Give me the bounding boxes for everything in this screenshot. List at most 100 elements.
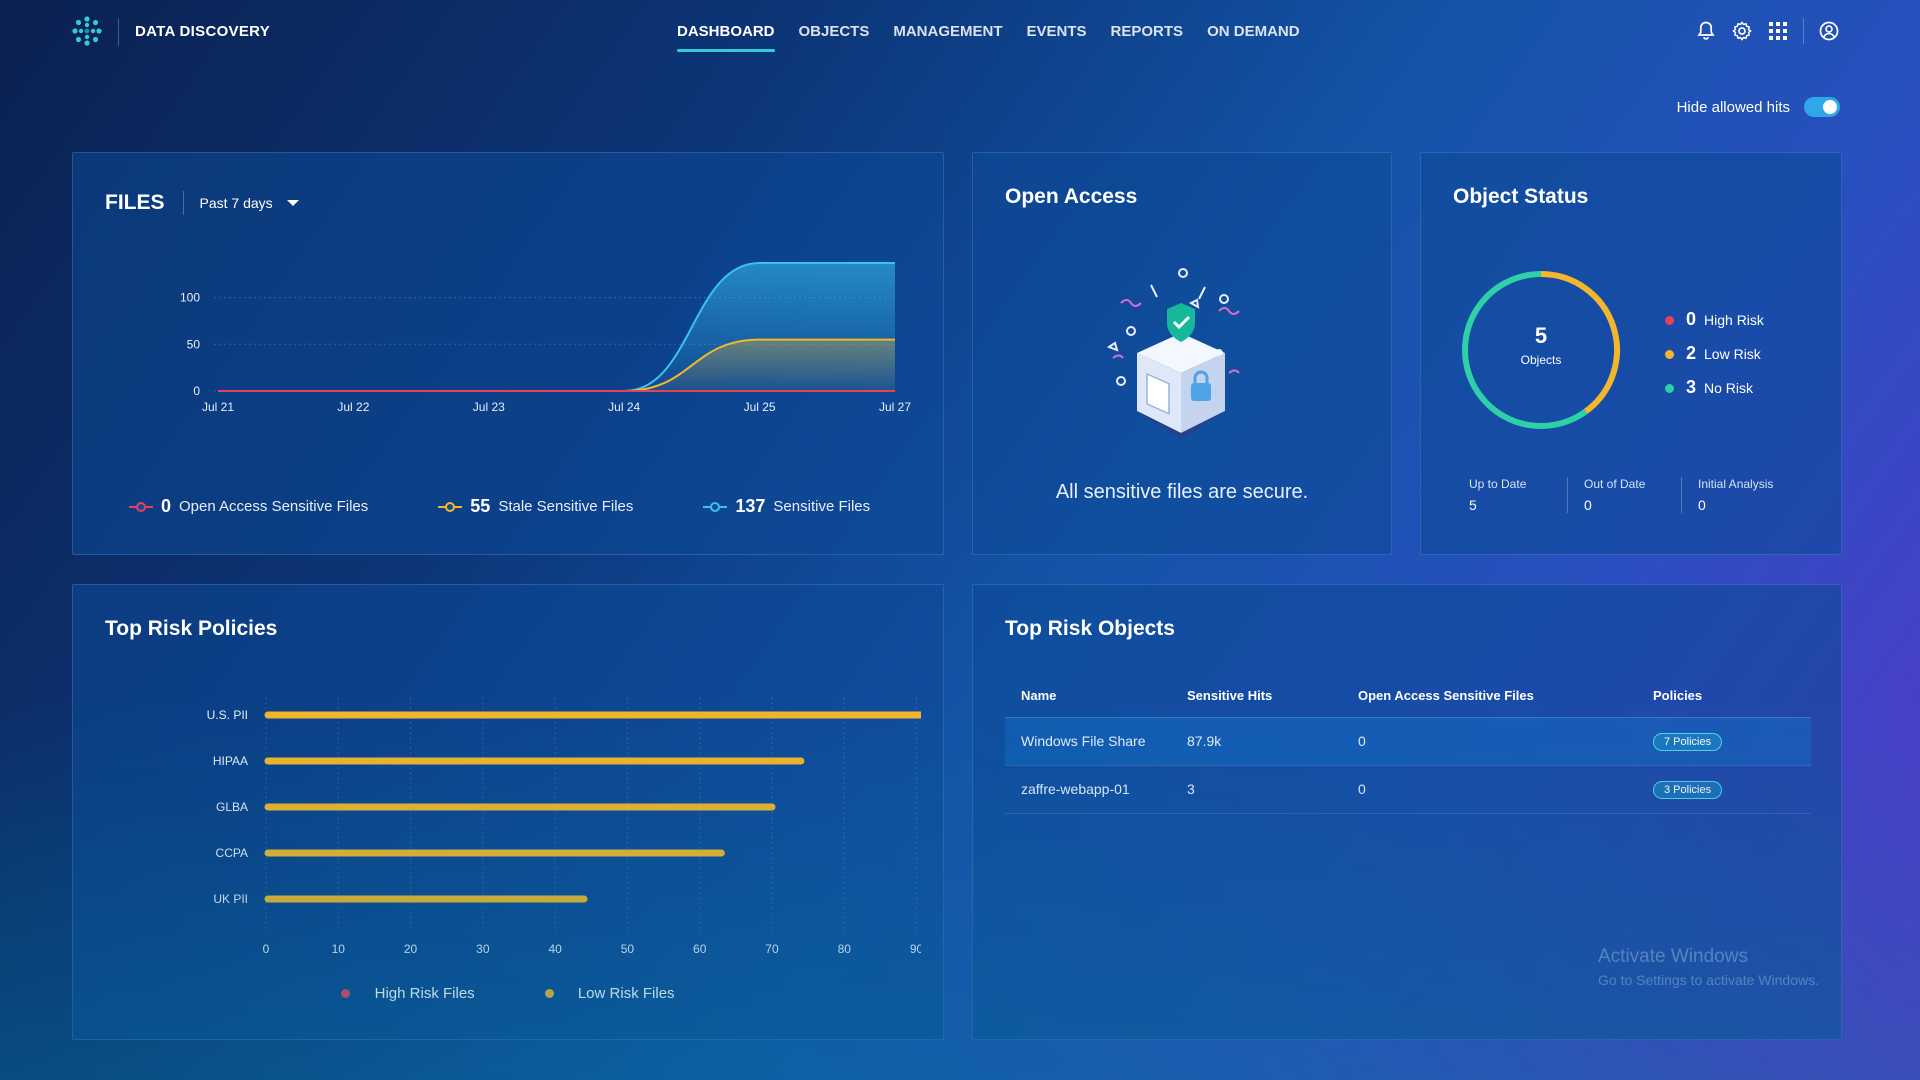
object-policies-cell: 3 Policies: [1637, 765, 1811, 814]
objects-table: Name Sensitive Hits Open Access Sensitiv…: [1005, 675, 1811, 814]
line-marker-icon: [438, 501, 463, 512]
x-tick-label: 20: [404, 942, 418, 955]
object-status-title: Object Status: [1453, 185, 1589, 208]
x-tick-label: Jul 21: [202, 400, 234, 414]
x-tick-label: Jul 23: [473, 400, 505, 414]
stat-out-of-date: Out of Date 0: [1567, 477, 1681, 513]
object-open-access: 0: [1342, 765, 1637, 814]
gear-icon[interactable]: [1731, 20, 1753, 42]
line-marker-icon: [703, 501, 728, 512]
legend-open-access: 0 Open Access Sensitive Files: [129, 496, 368, 517]
category-label: GLBA: [216, 800, 248, 814]
period-dropdown[interactable]: Past 7 days: [200, 195, 299, 211]
x-tick-label: 30: [476, 942, 490, 955]
object-name[interactable]: Windows File Share: [1005, 717, 1171, 766]
x-tick-label: 10: [332, 942, 346, 955]
total-objects-value: 5: [1534, 323, 1548, 348]
stat-out-of-date-label: Out of Date: [1584, 477, 1646, 491]
legend-stale-value: 55: [470, 496, 491, 516]
watermark-subtitle: Go to Settings to activate Windows.: [1598, 972, 1819, 988]
low-risk-label: Low Risk: [1704, 346, 1761, 362]
x-tick-label: Jul 24: [608, 400, 640, 414]
legend-low-risk-files-label: Low Risk Files: [577, 985, 675, 1002]
object-name[interactable]: zaffre-webapp-01: [1005, 765, 1171, 814]
legend-sensitive-value: 137: [735, 496, 766, 516]
column-sensitive-hits[interactable]: Sensitive Hits: [1171, 675, 1342, 718]
high-risk-files-dot: [341, 989, 351, 998]
legend-sensitive: 137 Sensitive Files: [703, 496, 870, 517]
area-fill-1: [218, 339, 895, 391]
files-header-divider: [182, 191, 184, 215]
category-label: HIPAA: [213, 754, 248, 768]
object-policies-cell: 7 Policies: [1637, 717, 1811, 766]
open-access-message: All sensitive files are secure.: [1055, 481, 1309, 503]
risk-high: 0 High Risk: [1665, 309, 1764, 330]
policies-title: Top Risk Policies: [105, 617, 278, 640]
secure-box-illustration: [1106, 268, 1240, 439]
column-name[interactable]: Name: [1005, 675, 1171, 718]
nav-management[interactable]: MANAGEMENT: [893, 23, 1002, 52]
status-stats: Up to Date 5 Out of Date 0 Initial Analy…: [1453, 477, 1795, 513]
policies-badge[interactable]: 7 Policies: [1653, 732, 1723, 751]
caret-down-icon: [286, 200, 299, 206]
bell-icon[interactable]: [1695, 20, 1717, 42]
main-nav: DASHBOARD OBJECTS MANAGEMENT EVENTS REPO…: [677, 23, 1300, 52]
open-access-title: Open Access: [1005, 185, 1138, 208]
nav-events[interactable]: EVENTS: [1027, 23, 1087, 52]
files-header: FILES Past 7 days: [105, 191, 299, 215]
total-objects-label: Objects: [1520, 353, 1562, 367]
legend-open-access-label: Open Access Sensitive Files: [179, 498, 369, 515]
icons-divider: [1803, 18, 1804, 44]
x-tick-label: 80: [838, 942, 852, 955]
brand-divider: [118, 18, 119, 46]
top-risk-policies-card: Top Risk Policies 0 10 20 30 40 50 60 70 80 90 U.S…: [72, 584, 944, 1040]
stat-initial-analysis-label: Initial Analysis: [1698, 477, 1774, 491]
no-risk-label: No Risk: [1704, 380, 1754, 396]
files-card: FILES Past 7 days 0 50 100 Jul 21 Jul 22 Jul …: [72, 152, 944, 555]
low-risk-dot: [1665, 350, 1674, 359]
y-tick-label: 100: [180, 291, 200, 305]
objects-title: Top Risk Objects: [1005, 617, 1175, 640]
no-risk-dot: [1665, 384, 1674, 393]
apps-grid-icon[interactable]: [1767, 20, 1789, 42]
object-hits: 87.9k: [1171, 717, 1342, 766]
app-logo-icon[interactable]: [72, 16, 102, 46]
nav-dashboard[interactable]: DASHBOARD: [677, 23, 775, 52]
line-marker-icon: [129, 501, 153, 512]
table-header-row: Name Sensitive Hits Open Access Sensitiv…: [1005, 675, 1811, 718]
nav-objects[interactable]: OBJECTS: [799, 23, 870, 52]
stat-up-to-date-label: Up to Date: [1469, 477, 1527, 491]
activate-windows-watermark: Activate Windows Go to Settings to activ…: [1598, 946, 1819, 988]
x-tick-label: 0: [263, 942, 270, 955]
low-risk-value: 2: [1686, 343, 1697, 363]
open-access-card: Open Access All sensitive files are secu…: [972, 152, 1392, 555]
x-tick-label: 50: [621, 942, 635, 955]
period-value: Past 7 days: [199, 195, 273, 211]
table-row[interactable]: Windows File Share 87.9k 0 7 Policies: [1005, 717, 1811, 766]
x-tick-label: Jul 27: [879, 400, 911, 414]
nav-reports[interactable]: REPORTS: [1111, 23, 1184, 52]
category-label: UK PII: [213, 892, 248, 906]
top-navigation-bar: DATA DISCOVERY DASHBOARD OBJECTS MANAGEM…: [0, 0, 1920, 64]
category-label: U.S. PII: [207, 708, 248, 722]
files-area-chart: 0 50 100 Jul 21 Jul 22 Jul 23 Jul 24 Jul 25 Jul …: [180, 262, 911, 414]
column-policies[interactable]: Policies: [1637, 675, 1811, 718]
table-row[interactable]: zaffre-webapp-01 3 0 3 Policies: [1005, 765, 1811, 814]
risk-low: 2 Low Risk: [1665, 343, 1764, 364]
x-tick-label: 90: [910, 942, 921, 955]
column-open-access[interactable]: Open Access Sensitive Files: [1342, 675, 1637, 718]
legend-low-risk-files: Low Risk Files: [544, 985, 675, 1002]
stat-initial-analysis-value: 0: [1698, 497, 1706, 513]
nav-on-demand[interactable]: ON DEMAND: [1207, 23, 1300, 52]
stat-up-to-date: Up to Date 5: [1453, 477, 1567, 513]
risk-list: 0 High Risk 2 Low Risk 3 No Risk: [1665, 309, 1764, 411]
watermark-title: Activate Windows: [1598, 946, 1748, 967]
x-tick-label: 70: [765, 942, 779, 955]
files-legend: 0 Open Access Sensitive Files 55 Stale S…: [129, 496, 870, 517]
x-tick-label: 40: [548, 942, 562, 955]
policies-badge[interactable]: 3 Policies: [1653, 780, 1723, 799]
hide-allowed-hits-control: Hide allowed hits: [1677, 97, 1840, 117]
user-account-icon[interactable]: [1818, 20, 1840, 42]
hide-allowed-toggle[interactable]: [1804, 97, 1840, 117]
category-label: CCPA: [216, 846, 248, 860]
